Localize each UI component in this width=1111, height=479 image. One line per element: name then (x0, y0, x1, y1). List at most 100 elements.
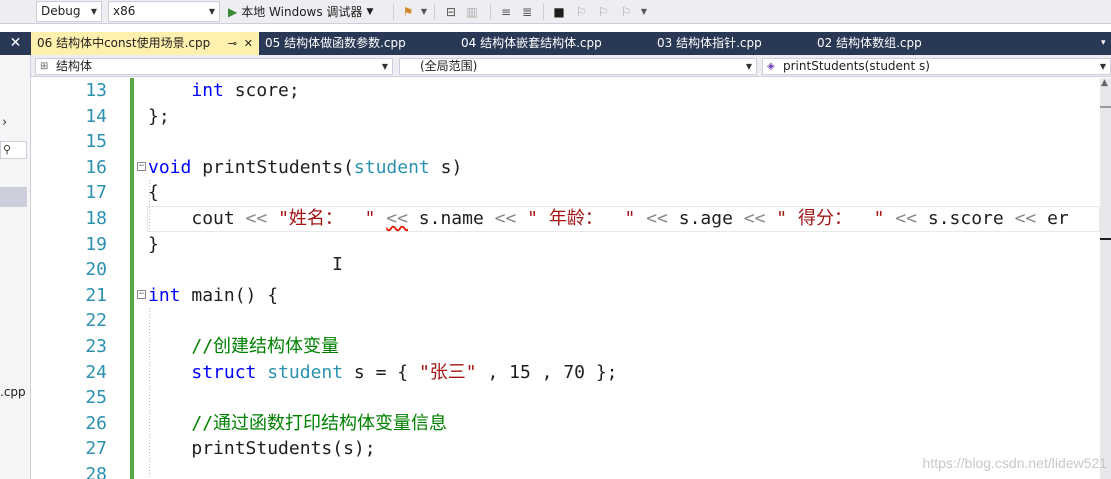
keyword: void (148, 156, 192, 178)
close-icon[interactable]: ✕ (0, 32, 31, 55)
line-number: 20 (85, 259, 107, 281)
string-literal: "张三" (418, 361, 477, 383)
code-text: s) (429, 156, 463, 178)
toolbar-separator (434, 3, 435, 20)
chevron-down-icon: ▼ (90, 7, 97, 16)
operator: << (1014, 208, 1037, 229)
collapse-icon[interactable]: − (137, 290, 146, 299)
bookmark-prev-icon[interactable]: ⚐ (572, 2, 590, 21)
tab-label: 05 结构体做函数参数.cpp (265, 36, 406, 50)
global-scope-dropdown[interactable]: (全局范围) ▼ (399, 58, 757, 75)
tab-03[interactable]: 03 结构体指针.cpp (651, 32, 811, 55)
chevron-down-icon: ▼ (381, 62, 388, 71)
member-dropdown[interactable]: ◈ printStudents(student s) ▼ (762, 58, 1111, 75)
chevron-down-icon[interactable]: ▼ (639, 2, 649, 21)
method-icon: ◈ (767, 61, 775, 72)
run-label: 本地 Windows 调试器 (241, 5, 363, 19)
bookmark-next-icon[interactable]: ⚐ (594, 2, 612, 21)
code-line-14: }; (148, 105, 170, 127)
code-text: s.score (917, 208, 1015, 229)
line-number: 19 (85, 233, 107, 255)
scrollbar-caret-marker (1100, 238, 1111, 240)
code-line-21: int main() { (148, 283, 278, 309)
tab-overflow-icon[interactable]: ▾ (1100, 32, 1111, 55)
project-icon: ⊞ (40, 61, 49, 72)
operator: << (895, 208, 918, 229)
toolbar-separator (490, 3, 491, 20)
tab-label: 03 结构体指针.cpp (657, 36, 762, 50)
chevron-down-icon: ▼ (1099, 62, 1106, 71)
line-number: 22 (85, 310, 107, 332)
bookmark-icon[interactable]: ■ (551, 2, 567, 21)
platform-value: x86 (113, 4, 136, 18)
class-view-icon[interactable]: ⊟ (442, 2, 460, 21)
solution-explorer-strip: › ⚲ .cpp (0, 55, 31, 479)
chevron-up-icon[interactable]: ▲ (1101, 78, 1108, 88)
code-editor[interactable]: 13 14 15 16 17 18 19 20 21 22 23 24 25 2… (31, 78, 1100, 479)
code-line-27: printStudents(s); (148, 436, 375, 462)
line-number: 25 (85, 387, 107, 409)
code-line-16: void printStudents(student s) (148, 155, 462, 181)
comment-icon[interactable]: ≣ (518, 2, 536, 21)
string-literal: " 年龄： " (516, 208, 636, 229)
member-value: printStudents(student s) (783, 59, 930, 73)
code-text: s = { (343, 361, 419, 383)
comment: //创建结构体变量 (191, 336, 340, 357)
code-text: s.name (407, 208, 495, 229)
code-text: s.age (667, 208, 744, 229)
function-name: printStudents( (191, 156, 354, 178)
pin-icon[interactable]: ⊸ (228, 32, 237, 55)
code-text: er (1036, 208, 1069, 229)
tab-02[interactable]: 02 结构体数组.cpp (811, 32, 971, 55)
type-name: student (353, 156, 430, 178)
play-icon: ▶ (228, 4, 238, 19)
code-line-24: struct student s = { "张三" , 15 , 70 }; (148, 360, 617, 386)
platform-dropdown[interactable]: x86 ▼ (108, 1, 220, 22)
code-line-23: //创建结构体变量 (148, 334, 339, 360)
project-scope-dropdown[interactable]: ⊞ 结构体 ▼ (35, 58, 393, 75)
close-icon[interactable]: ✕ (244, 32, 253, 55)
tree-item-file[interactable]: .cpp (0, 385, 26, 399)
bookmark-clear-icon[interactable]: ⚐ (617, 2, 635, 21)
find-icon[interactable]: ⚑ (399, 2, 417, 21)
line-number: 26 (85, 412, 107, 434)
indent-icon[interactable]: ≡ (497, 2, 515, 21)
tab-05[interactable]: 05 结构体做函数参数.cpp (259, 32, 455, 55)
tab-04[interactable]: 04 结构体嵌套结构体.cpp (455, 32, 651, 55)
code-text: cout (191, 208, 246, 229)
line-number: 13 (85, 80, 107, 101)
start-debugging-button[interactable]: ▶ 本地 Windows 调试器 ▼ (228, 1, 373, 22)
operator-error: << (386, 208, 408, 229)
vertical-scrollbar[interactable]: ▲ (1100, 78, 1111, 479)
code-line-13: int score; (148, 78, 299, 104)
solution-config-value: Debug (41, 4, 81, 18)
string-literal: " 得分： " (765, 208, 885, 229)
chevron-right-icon[interactable]: › (2, 115, 7, 130)
operator: << (494, 208, 517, 229)
project-scope-value: 结构体 (56, 59, 93, 73)
code-line-26: //通过函数打印结构体变量信息 (148, 411, 447, 437)
chevron-down-icon: ▼ (208, 7, 215, 16)
comment: //通过函数打印结构体变量信息 (191, 412, 448, 434)
keyword: int (191, 80, 224, 101)
navigation-bar: ⊞ 结构体 ▼ (全局范围) ▼ ◈ printStudents(student… (31, 55, 1111, 77)
search-icon[interactable]: ⚲ (0, 141, 27, 159)
tab-06[interactable]: 06 结构体中const使用场景.cpp ⊸ ✕ (31, 32, 259, 55)
text-cursor-icon: I (332, 254, 343, 275)
operator: << (646, 208, 668, 229)
code-text: main() { (180, 284, 279, 306)
chevron-down-icon[interactable]: ▼ (419, 2, 429, 21)
tab-label: 02 结构体数组.cpp (817, 36, 922, 50)
tab-label: 04 结构体嵌套结构体.cpp (461, 36, 602, 50)
toolbar-separator (543, 3, 544, 20)
toolbar-separator (393, 3, 394, 20)
collapse-icon[interactable]: − (137, 162, 146, 171)
line-number: 24 (85, 361, 107, 383)
solution-config-dropdown[interactable]: Debug ▼ (36, 1, 102, 22)
scrollbar-marker (1100, 106, 1111, 108)
line-number: 27 (85, 438, 107, 460)
layout-icon[interactable]: ▥ (463, 2, 481, 21)
change-tracking-bar (130, 78, 134, 479)
chevron-down-icon[interactable]: ▼ (366, 7, 373, 17)
selected-tree-item[interactable] (0, 187, 27, 207)
